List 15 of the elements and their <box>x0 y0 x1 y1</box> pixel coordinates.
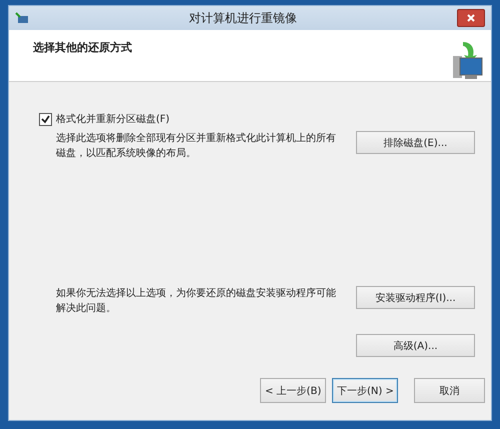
app-icon <box>15 12 29 24</box>
exclude-disks-button[interactable]: 排除磁盘(E)... <box>356 131 475 154</box>
driver-hint: 如果你无法选择以上选项，为你要还原的磁盘安装驱动程序可能解决此问题。 <box>56 286 337 316</box>
option-description: 选择此选项将删除全部现有分区并重新格式化此计算机上的所有磁盘，以匹配系统映像的布局。 <box>56 132 337 161</box>
next-button[interactable]: 下一步(N) > <box>332 378 398 403</box>
cancel-button[interactable]: 取消 <box>414 378 485 403</box>
page-heading: 选择其他的还原方式 <box>33 40 132 56</box>
back-button[interactable]: < 上一步(B) <box>260 378 326 403</box>
checkbox[interactable] <box>39 112 52 126</box>
close-button[interactable] <box>457 9 485 27</box>
close-icon <box>466 14 476 22</box>
window-title: 对计算机进行重镜像 <box>188 10 298 26</box>
install-driver-button[interactable]: 安装驱动程序(I)... <box>356 286 475 309</box>
checkbox-label[interactable]: 格式化并重新分区磁盘(F) <box>56 112 170 126</box>
advanced-button[interactable]: 高级(A)... <box>356 334 475 357</box>
